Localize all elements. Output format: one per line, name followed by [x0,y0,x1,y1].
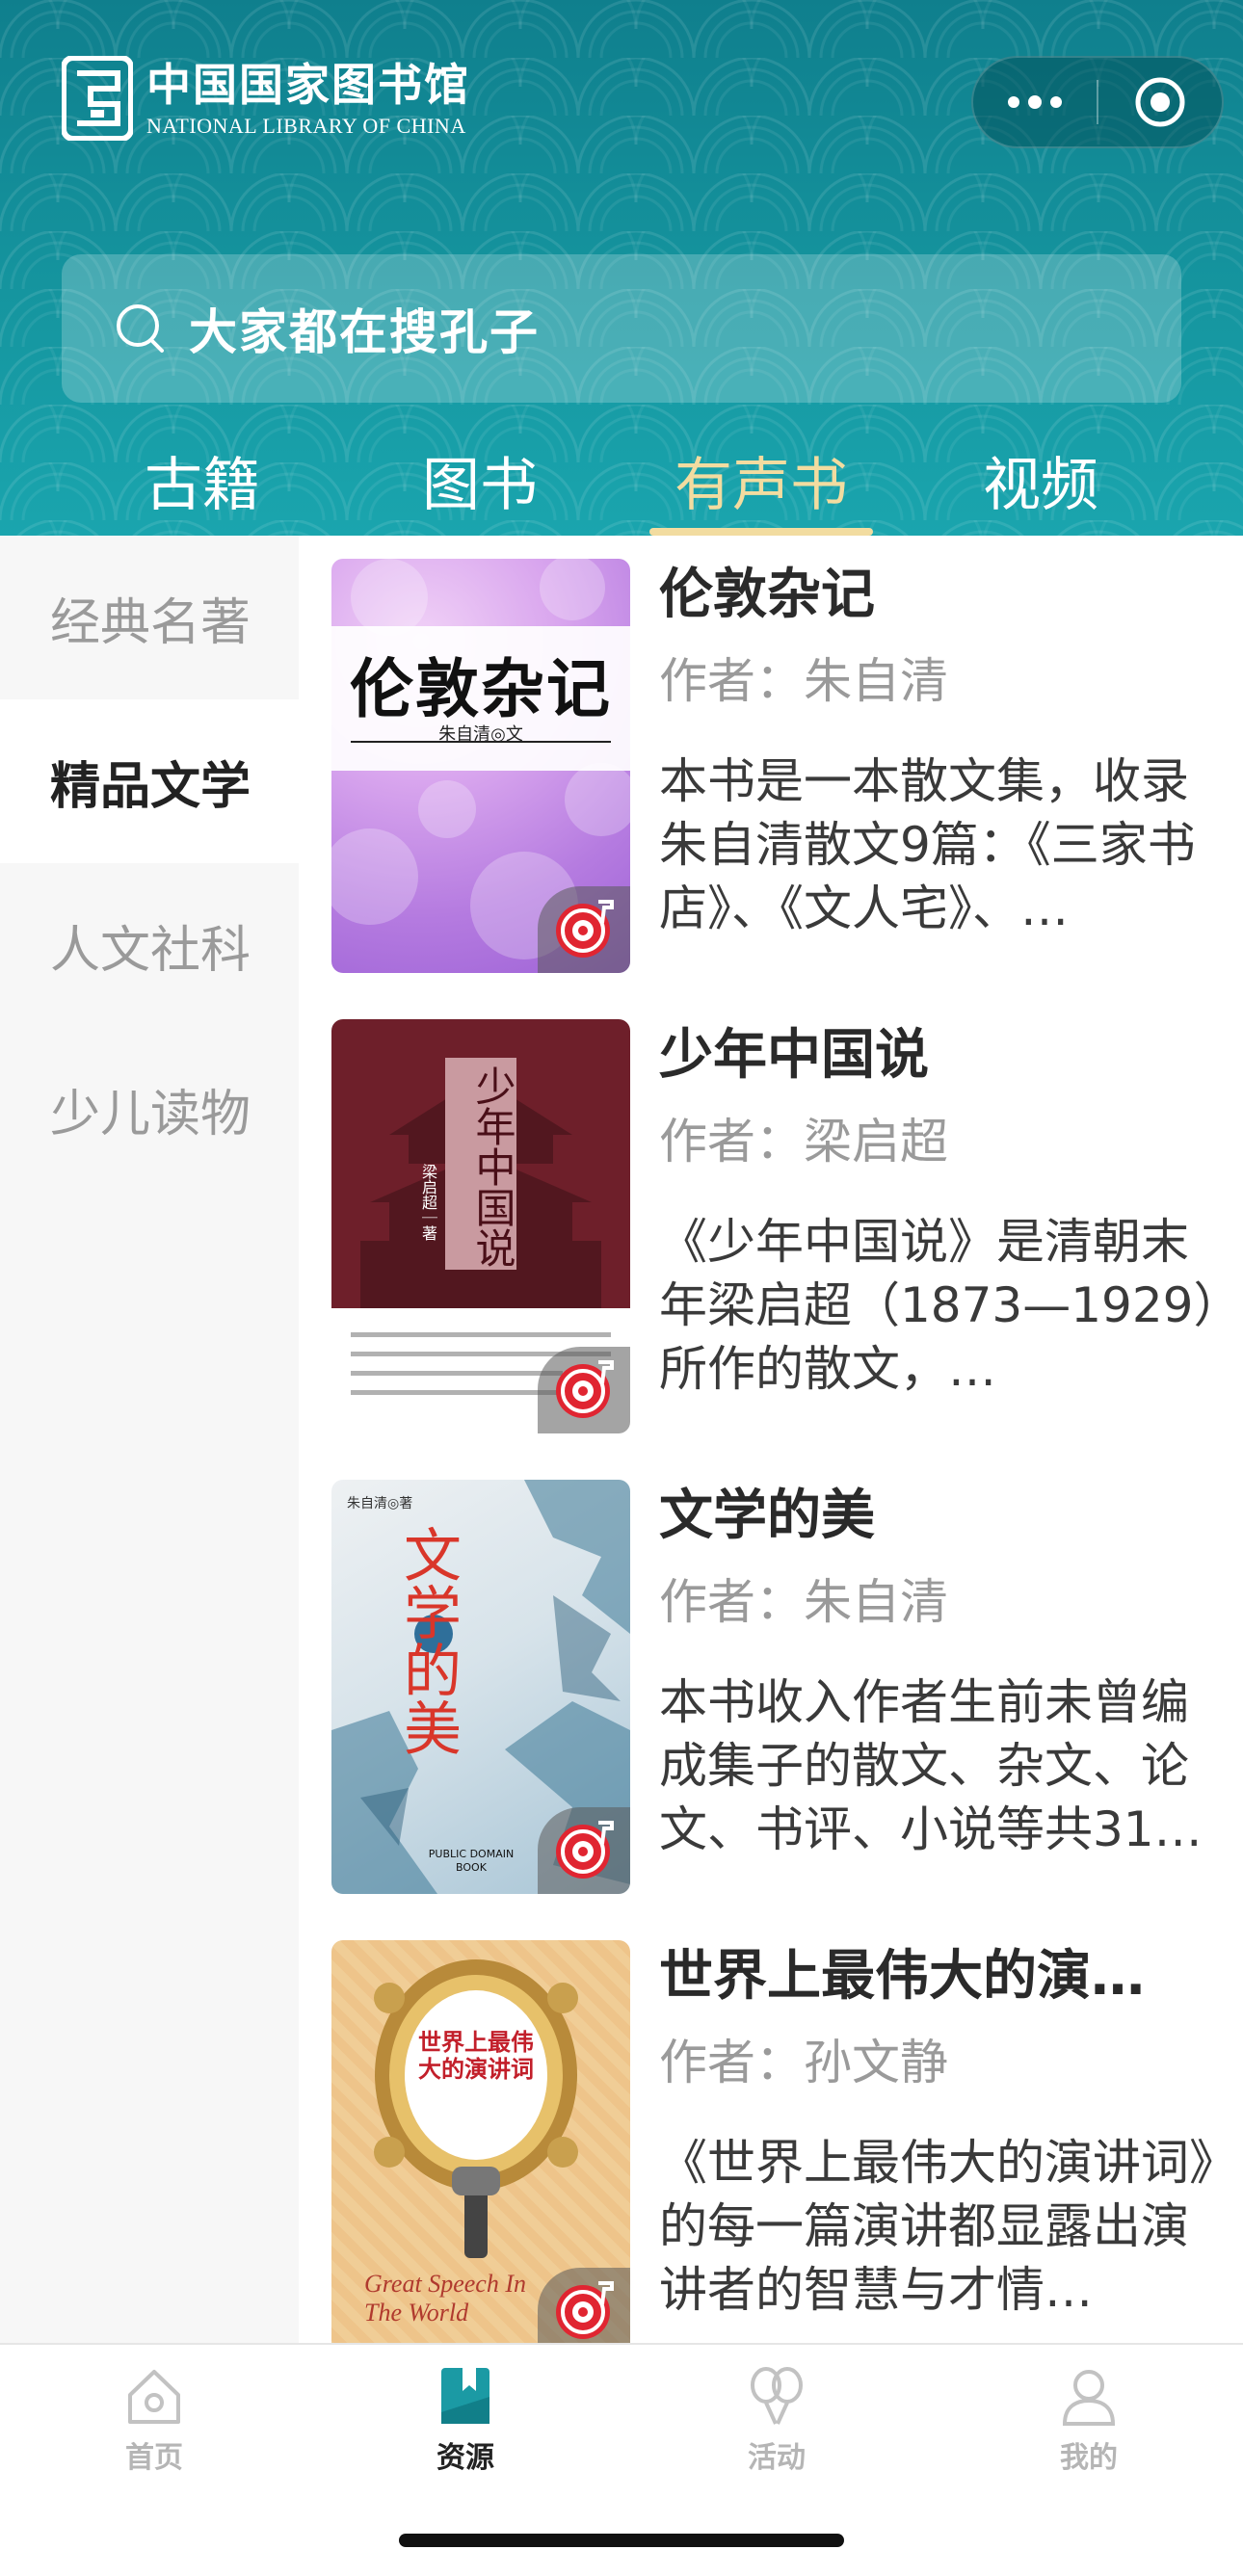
tab-books[interactable]: 图书 [383,424,576,536]
tab-videos[interactable]: 视频 [944,424,1137,536]
vinyl-record-icon [556,900,614,958]
book-description: 本书收入作者生前未曾编成集子的散文、杂文、论文、书评、小说等共31… [659,1674,1203,1857]
audio-badge [538,2268,630,2343]
list-item[interactable]: 朱自清◎著 文学的美 PUBLIC DOMAIN BOOK 文学的美 作者：朱自… [299,1457,1243,1894]
more-dots-icon [1008,95,1062,109]
cover-title: 世界上最伟大的演讲词 [418,2029,534,2083]
list-item[interactable]: 伦敦杂记 朱自清◎文 伦敦杂记 作者：朱自清 本书是一本散文集，收录朱自清散文9… [299,536,1243,973]
book-author: 作者：朱自清 [659,653,948,709]
book-title[interactable]: 伦敦杂记 [659,559,1218,632]
vinyl-record-icon [556,2281,614,2339]
book-cover: 朱自清◎著 文学的美 PUBLIC DOMAIN BOOK [331,1480,630,1894]
target-circle-icon [1135,77,1185,127]
cover-title: 伦敦杂记 [350,651,612,726]
search-bar[interactable]: 大家都在搜孔子 [62,254,1181,403]
nav-label: 资源 [436,2441,494,2475]
vinyl-record-icon [556,1821,614,1879]
cover-author: 朱自清◎文 [438,724,523,745]
nav-label: 我的 [1060,2441,1118,2475]
more-button[interactable] [973,58,1097,146]
brand-logo: 中国国家图书馆 NATIONAL LIBRARY OF CHINA [62,56,470,141]
home-icon [128,2370,180,2424]
book-description: 《少年中国说》是清朝末年梁启超（1873—1929）所作的散文，… [659,1214,1218,1397]
book-list: 伦敦杂记 朱自清◎文 伦敦杂记 作者：朱自清 本书是一本散文集，收录朱自清散文9… [299,536,1243,2343]
book-cover: 少年中国说 梁启超｜著 [331,1019,630,1433]
cover-title: 文学的美 [404,1523,462,1764]
book-description: 《世界上最伟大的演讲词》的每一篇演讲都显露出演讲者的智慧与才情… [659,2135,1213,2318]
nav-label: 首页 [125,2441,183,2475]
nav-label: 活动 [748,2441,806,2475]
book-cover: 伦敦杂记 朱自清◎文 [331,559,630,973]
brand-name-cn: 中国国家图书馆 [146,59,470,111]
list-item[interactable]: 少年中国说 梁启超｜著 少年中国说 作者：梁启超 《少年中国说》是清朝末年梁启超… [299,996,1243,1433]
balloons-icon [751,2367,803,2425]
cover-author: 朱自清◎著 [347,1496,413,1511]
audio-badge [538,1807,630,1894]
active-tab-indicator [649,528,873,536]
book-author: 作者：梁启超 [659,1114,948,1170]
sidebar-item-humanities[interactable]: 人文社科 [0,863,299,1027]
book-cover: 世界上最伟大的演讲词 Great Speech In The World [331,1940,630,2343]
cover-title: 少年中国说 [469,1065,516,1268]
nav-activities[interactable]: 活动 [680,2364,873,2476]
home-indicator[interactable] [399,2534,844,2547]
tab-ancient-books[interactable]: 古籍 [106,424,299,536]
bookmark-book-icon [441,2368,489,2424]
header: 中国国家图书馆 NATIONAL LIBRARY OF CHINA 大家都在搜孔… [0,0,1243,536]
cover-script: Great Speech In The World [364,2270,526,2326]
nav-home[interactable]: 首页 [58,2364,251,2476]
close-mini-program-button[interactable] [1098,58,1222,146]
nav-resources[interactable]: 资源 [369,2364,562,2476]
book-author: 作者：孙文静 [659,2035,948,2090]
book-title[interactable]: 少年中国说 [659,1019,1218,1092]
audio-badge [538,1347,630,1433]
book-description: 本书是一本散文集，收录朱自清散文9篇：《三家书店》、《文人宅》、… [659,753,1196,936]
sidebar-item-literature[interactable]: 精品文学 [0,699,299,863]
mini-program-capsule [971,56,1224,148]
vinyl-record-icon [556,1360,614,1418]
list-item[interactable]: 世界上最伟大的演讲词 Great Speech In The World 世界上… [299,1917,1243,2343]
category-tabs: 古籍 图书 有声书 视频 [0,424,1243,536]
library-seal-icon [62,56,133,141]
book-title[interactable]: 文学的美 [659,1480,1218,1553]
sidebar-item-classics[interactable]: 经典名著 [0,536,299,699]
cover-publisher: PUBLIC DOMAIN BOOK [428,1848,515,1874]
cover-author: 梁启超｜著 [419,1164,437,1241]
search-placeholder: 大家都在搜孔子 [189,304,540,360]
sidebar: 经典名著 精品文学 人文社科 少儿读物 [0,536,299,2343]
user-icon [1062,2370,1116,2426]
tab-audiobooks[interactable]: 有声书 [649,424,873,536]
nav-mine[interactable]: 我的 [992,2364,1185,2476]
book-author: 作者：朱自清 [659,1574,948,1630]
search-icon [117,304,164,353]
book-title[interactable]: 世界上最伟大的演… [659,1940,1218,2013]
audio-badge [538,886,630,973]
brand-name-en: NATIONAL LIBRARY OF CHINA [146,114,466,138]
sidebar-item-children[interactable]: 少儿读物 [0,1027,299,1191]
